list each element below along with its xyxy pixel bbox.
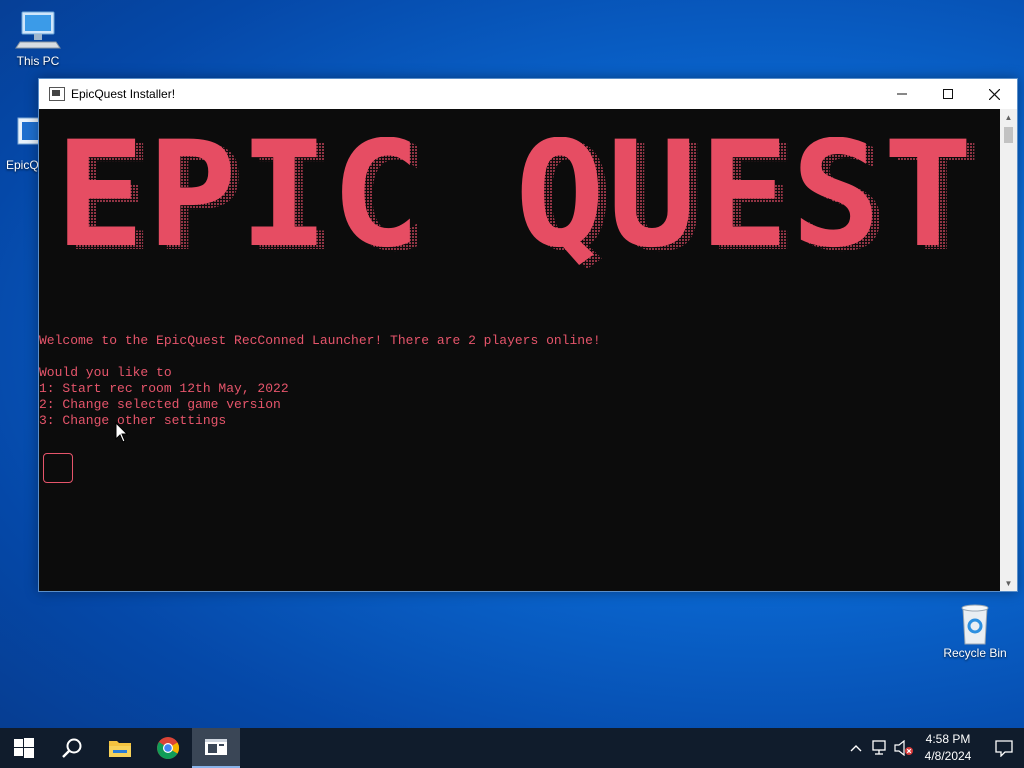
menu-option-2[interactable]: 2: Change selected game version xyxy=(39,397,281,413)
desktop-icon-recycle-bin[interactable]: Recycle Bin xyxy=(936,600,1014,660)
console-output[interactable]: EPIC QUEST EPIC QUEST Welcome to the Epi… xyxy=(39,109,999,591)
windows-logo-icon xyxy=(14,738,34,758)
maximize-icon xyxy=(943,89,953,99)
show-hidden-icons-chevron-icon[interactable] xyxy=(844,728,868,768)
computer-icon xyxy=(14,8,62,52)
search-icon xyxy=(62,738,82,758)
window-title: EpicQuest Installer! xyxy=(71,87,176,101)
console-taskbar-button[interactable] xyxy=(192,728,240,768)
maximize-button[interactable] xyxy=(925,79,971,109)
system-tray: 4:58 PM 4/8/2024 xyxy=(844,728,1024,768)
window-titlebar[interactable]: EpicQuest Installer! xyxy=(39,79,1017,109)
welcome-line: Welcome to the EpicQuest RecConned Launc… xyxy=(39,333,601,348)
taskbar: 4:58 PM 4/8/2024 xyxy=(0,728,1024,768)
prompt-line: Would you like to xyxy=(39,365,172,380)
desktop-icon-epicquest[interactable]: EpicQ xyxy=(0,112,47,172)
clock-time: 4:58 PM xyxy=(925,732,971,746)
desktop-icon-label: This PC xyxy=(16,54,60,68)
file-explorer-button[interactable] xyxy=(96,728,144,768)
chrome-icon xyxy=(157,737,179,759)
ascii-banner: EPIC QUEST EPIC QUEST xyxy=(55,137,981,284)
menu-option-1[interactable]: 1: Start rec room 12th May, 2022 xyxy=(39,381,289,397)
scroll-thumb[interactable] xyxy=(1004,127,1013,143)
banner-text: EPIC QUEST xyxy=(55,137,975,280)
close-icon xyxy=(988,88,1000,100)
chrome-button[interactable] xyxy=(144,728,192,768)
input-box[interactable] xyxy=(43,453,73,483)
recycle-bin-icon xyxy=(951,600,999,645)
start-button[interactable] xyxy=(0,728,48,768)
minimize-icon xyxy=(897,93,907,95)
console-window-icon xyxy=(205,739,227,755)
desktop-icon-label: Recycle Bin xyxy=(943,646,1007,660)
close-button[interactable] xyxy=(971,79,1017,109)
scroll-up-icon[interactable]: ▲ xyxy=(1000,109,1017,125)
desktop-icon-this-pc[interactable]: This PC xyxy=(0,8,76,68)
volume-muted-icon[interactable] xyxy=(892,728,916,768)
scroll-down-icon[interactable]: ▼ xyxy=(1000,575,1017,591)
taskbar-clock[interactable]: 4:58 PM 4/8/2024 xyxy=(922,731,974,765)
vertical-scrollbar[interactable]: ▲ ▼ xyxy=(1000,109,1017,591)
search-button[interactable] xyxy=(48,728,96,768)
minimize-button[interactable] xyxy=(879,79,925,109)
menu-option-3[interactable]: 3: Change other settings xyxy=(39,413,226,429)
clock-date: 4/8/2024 xyxy=(924,749,972,763)
console-window[interactable]: EpicQuest Installer! EPIC QUEST EPIC QUE… xyxy=(38,78,1018,592)
desktop-icon-label: EpicQ xyxy=(6,158,39,172)
notification-icon xyxy=(995,740,1013,757)
folder-icon xyxy=(109,741,131,757)
notification-center-button[interactable] xyxy=(984,739,1024,757)
mouse-cursor-icon xyxy=(115,422,129,443)
console-app-icon xyxy=(49,87,65,101)
network-icon[interactable] xyxy=(868,728,892,768)
